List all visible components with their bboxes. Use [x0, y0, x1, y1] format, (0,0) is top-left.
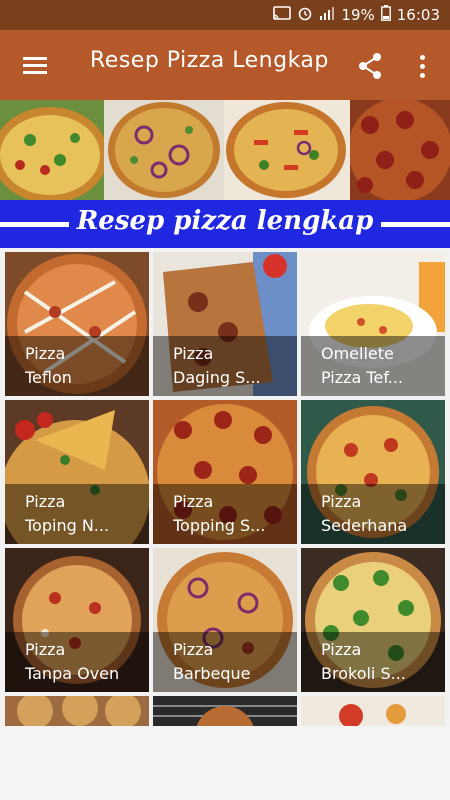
app-title: Resep Pizza Lengkap	[90, 48, 329, 73]
card-label: Pizza Barbeque	[173, 640, 251, 683]
recipe-card[interactable]: Pizza Sederhana	[301, 400, 445, 544]
banner-pizza-image-3	[224, 100, 350, 200]
banner-pizza-image-1	[0, 100, 104, 200]
banner-pizza-image-2	[104, 100, 224, 200]
card-label: Pizza Sederhana	[321, 492, 408, 535]
alarm-icon	[297, 5, 313, 25]
pizza-image	[153, 696, 297, 726]
signal-icon	[319, 6, 335, 24]
cast-icon	[273, 6, 292, 24]
menu-icon[interactable]	[14, 44, 56, 86]
banner-pizza-image-4	[350, 100, 450, 200]
card-label: Omellete Pizza Tef...	[321, 344, 404, 387]
recipe-card[interactable]: Omellete Pizza Tef...	[301, 252, 445, 396]
header-banner	[0, 100, 450, 200]
status-bar: 19% 16:03	[0, 0, 450, 30]
card-label: Pizza Teflon	[25, 344, 72, 387]
status-icons: 19% 16:03	[273, 0, 440, 30]
recipe-card[interactable]: Pizza Toping N...	[5, 400, 149, 544]
card-label: Pizza Daging S...	[173, 344, 261, 387]
card-label: Pizza Topping S...	[173, 492, 266, 535]
pizza-image	[301, 696, 445, 726]
pizza-image	[5, 696, 149, 726]
clock: 16:03	[396, 6, 440, 24]
banner-title: Resep pizza lengkap	[0, 206, 450, 236]
battery-icon	[380, 5, 391, 25]
recipe-grid: Pizza Teflon Pizza Daging S... Omellete Piz…	[0, 248, 450, 726]
recipe-card[interactable]: Pizza Barbeque	[153, 548, 297, 692]
card-label: Pizza Brokoli S...	[321, 640, 406, 683]
share-icon[interactable]	[350, 46, 390, 86]
battery-percent: 19%	[341, 6, 375, 24]
recipe-card-partial[interactable]	[5, 696, 149, 726]
recipe-card-partial[interactable]	[153, 696, 297, 726]
card-label: Pizza Tanpa Oven	[25, 640, 120, 683]
recipe-card-partial[interactable]	[301, 696, 445, 726]
recipe-card[interactable]: Pizza Brokoli S...	[301, 548, 445, 692]
banner-title-text: Resep pizza lengkap	[68, 206, 382, 236]
recipe-card[interactable]: Pizza Teflon	[5, 252, 149, 396]
card-label: Pizza Toping N...	[25, 492, 110, 535]
more-vert-icon[interactable]	[404, 46, 440, 86]
recipe-card[interactable]: Pizza Topping S...	[153, 400, 297, 544]
banner-strip: Resep pizza lengkap	[0, 200, 450, 248]
bottom-area	[0, 726, 450, 800]
recipe-card[interactable]: Pizza Tanpa Oven	[5, 548, 149, 692]
recipe-card[interactable]: Pizza Daging S...	[153, 252, 297, 396]
app-bar: Resep Pizza Lengkap	[0, 30, 450, 100]
